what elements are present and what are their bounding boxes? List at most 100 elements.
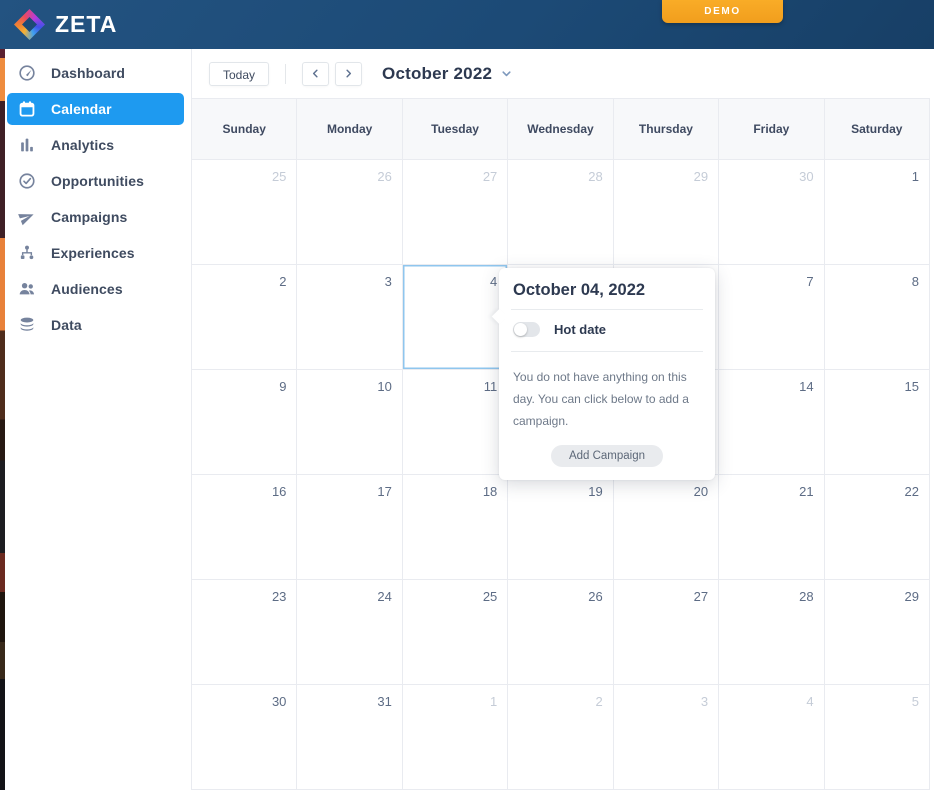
day-header-tuesday: Tuesday — [403, 99, 508, 160]
sidebar-item-campaigns[interactable]: Campaigns — [7, 201, 184, 233]
day-header-row: SundayMondayTuesdayWednesdayThursdayFrid… — [192, 99, 930, 160]
sidebar-item-dashboard[interactable]: Dashboard — [7, 57, 184, 89]
day-number: 26 — [377, 169, 391, 184]
zeta-logo-icon-center — [22, 17, 37, 32]
calendar-day-cell[interactable]: 27 — [614, 580, 719, 685]
sidebar-item-calendar[interactable]: Calendar — [7, 93, 184, 125]
calendar-day-cell[interactable]: 2 — [508, 685, 613, 790]
chevron-left-icon — [310, 68, 321, 79]
calendar-day-cell[interactable]: 8 — [825, 265, 930, 370]
calendar-day-cell[interactable]: 19 — [508, 475, 613, 580]
calendar-day-cell[interactable]: 11 — [403, 370, 508, 475]
calendar-day-cell[interactable]: 22 — [825, 475, 930, 580]
calendar-day-cell[interactable]: 26 — [508, 580, 613, 685]
main-content: Today October 2022 SundayMondayTuesdayWe… — [192, 49, 934, 790]
calendar-day-cell[interactable]: 30 — [719, 160, 824, 265]
sidebar: Dashboard Calendar Analytics Opportunities C… — [0, 49, 192, 790]
sidebar-item-experiences[interactable]: Experiences — [7, 237, 184, 269]
calendar-day-cell[interactable]: 25 — [192, 160, 297, 265]
toolbar-divider — [285, 64, 286, 84]
calendar-day-cell[interactable]: 1 — [825, 160, 930, 265]
sidebar-item-label: Experiences — [51, 245, 135, 261]
calendar-day-cell[interactable]: 28 — [719, 580, 824, 685]
today-button[interactable]: Today — [209, 62, 269, 86]
day-header-thursday: Thursday — [614, 99, 719, 160]
calendar-day-cell[interactable]: 5 — [825, 685, 930, 790]
calendar-day-cell[interactable]: 15 — [825, 370, 930, 475]
calendar-day-cell[interactable]: 27 — [403, 160, 508, 265]
calendar-title: October 2022 — [382, 64, 492, 84]
calendar-day-cell[interactable]: 29 — [825, 580, 930, 685]
day-number: 14 — [799, 379, 813, 394]
month-selector[interactable]: October 2022 — [382, 64, 513, 84]
day-number: 19 — [588, 484, 602, 499]
calendar-day-cell[interactable]: 26 — [297, 160, 402, 265]
day-number: 25 — [483, 589, 497, 604]
demo-badge: DEMO — [662, 0, 783, 23]
calendar-day-cell[interactable]: 28 — [508, 160, 613, 265]
chevron-down-icon — [500, 67, 513, 80]
sidebar-item-opportunities[interactable]: Opportunities — [7, 165, 184, 197]
calendar-day-cell[interactable]: 18 — [403, 475, 508, 580]
day-header-saturday: Saturday — [825, 99, 930, 160]
calendar-day-cell[interactable]: 16 — [192, 475, 297, 580]
day-number: 30 — [272, 694, 286, 709]
day-number: 18 — [483, 484, 497, 499]
day-number: 4 — [490, 274, 497, 289]
calendar-day-cell[interactable]: 20 — [614, 475, 719, 580]
calendar-day-cell[interactable]: 4 — [719, 685, 824, 790]
day-number: 29 — [905, 589, 919, 604]
sidebar-item-label: Opportunities — [51, 173, 144, 189]
day-number: 26 — [588, 589, 602, 604]
app-body: Dashboard Calendar Analytics Opportunities C… — [0, 49, 934, 790]
day-header-wednesday: Wednesday — [508, 99, 613, 160]
prev-month-button[interactable] — [302, 62, 329, 86]
day-number: 2 — [595, 694, 602, 709]
sidebar-item-label: Campaigns — [51, 209, 127, 225]
hot-date-label: Hot date — [554, 322, 606, 337]
data-database-icon — [18, 316, 36, 334]
day-header-monday: Monday — [297, 99, 402, 160]
calendar-day-cell[interactable]: 25 — [403, 580, 508, 685]
sidebar-item-label: Analytics — [51, 137, 114, 153]
sidebar-item-audiences[interactable]: Audiences — [7, 273, 184, 305]
zeta-logo[interactable]: ZETA — [14, 9, 117, 40]
day-number: 29 — [694, 169, 708, 184]
calendar-day-cell[interactable]: 10 — [297, 370, 402, 475]
audiences-people-icon — [18, 280, 36, 298]
calendar-day-cell[interactable]: 14 — [719, 370, 824, 475]
calendar-day-cell[interactable]: 31 — [297, 685, 402, 790]
day-number: 4 — [806, 694, 813, 709]
day-number: 7 — [806, 274, 813, 289]
popover-message: You do not have anything on this day. Yo… — [513, 366, 701, 432]
hot-date-toggle[interactable] — [513, 322, 540, 337]
day-number: 17 — [377, 484, 391, 499]
add-campaign-button[interactable]: Add Campaign — [551, 445, 663, 467]
calendar-day-cell[interactable]: 1 — [403, 685, 508, 790]
next-month-button[interactable] — [335, 62, 362, 86]
analytics-bars-icon — [18, 136, 36, 154]
calendar-icon — [18, 100, 36, 118]
calendar-day-cell[interactable]: 3 — [297, 265, 402, 370]
calendar-day-cell[interactable]: 29 — [614, 160, 719, 265]
day-number: 3 — [701, 694, 708, 709]
sidebar-item-label: Data — [51, 317, 82, 333]
day-number: 2 — [279, 274, 286, 289]
day-popover: October 04, 2022 Hot date You do not hav… — [499, 268, 715, 480]
calendar-day-cell[interactable]: 21 — [719, 475, 824, 580]
sidebar-item-label: Dashboard — [51, 65, 125, 81]
calendar-day-cell[interactable]: 30 — [192, 685, 297, 790]
sidebar-item-analytics[interactable]: Analytics — [7, 129, 184, 161]
calendar-day-cell[interactable]: 3 — [614, 685, 719, 790]
calendar-day-cell[interactable]: 7 — [719, 265, 824, 370]
calendar-day-cell[interactable]: 24 — [297, 580, 402, 685]
day-number: 28 — [588, 169, 602, 184]
calendar-day-cell[interactable]: 9 — [192, 370, 297, 475]
calendar-day-cell[interactable]: 23 — [192, 580, 297, 685]
chevron-right-icon — [343, 68, 354, 79]
calendar-day-cell[interactable]: 2 — [192, 265, 297, 370]
sidebar-item-data[interactable]: Data — [7, 309, 184, 341]
hot-date-row: Hot date — [511, 310, 703, 351]
day-number: 20 — [694, 484, 708, 499]
calendar-day-cell[interactable]: 17 — [297, 475, 402, 580]
